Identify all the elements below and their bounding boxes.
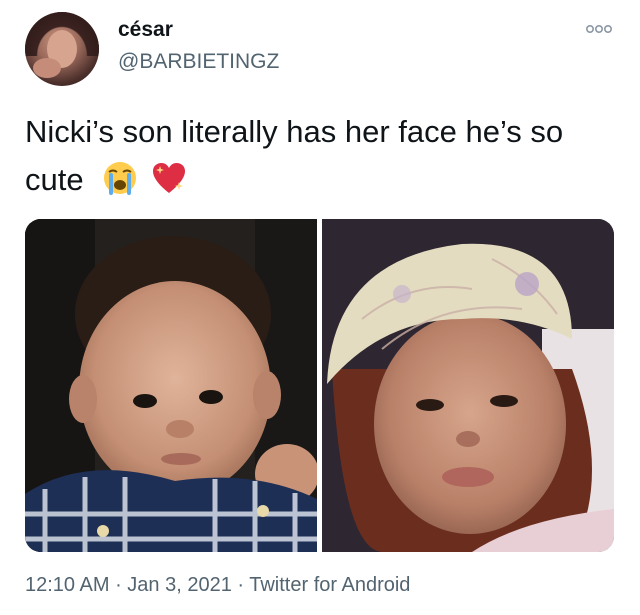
tweet-timestamp[interactable]: 12:10 AM · Jan 3, 2021 · Twitter for And… — [25, 574, 410, 597]
loudly-crying-face-emoji-icon — [104, 162, 137, 195]
user-handle[interactable]: @BARBIETINGZ — [118, 50, 279, 74]
tweet-text-word: cute — [25, 162, 84, 197]
tweet-media[interactable] — [25, 219, 614, 552]
tweet-source[interactable]: Twitter for Android — [249, 574, 410, 596]
more-options-icon[interactable] — [585, 22, 613, 36]
tweet-time: 12:10 AM — [25, 574, 110, 596]
separator: · — [231, 574, 250, 596]
sparkling-heart-emoji-icon — [152, 163, 185, 193]
separator: · — [109, 574, 128, 596]
display-name[interactable]: césar — [118, 18, 173, 42]
tweet-text: Nicki’s son literally has her face he’s … — [25, 108, 625, 204]
avatar-hand — [33, 58, 61, 78]
tweet-date: Jan 3, 2021 — [127, 574, 232, 596]
woman-selfie-photo[interactable] — [322, 219, 614, 552]
tweet-card: césar @BARBIETINGZ Nicki’s son literally… — [0, 0, 640, 615]
woman-selfie-illustration — [322, 219, 614, 552]
tweet-text-line-2: cute — [25, 156, 625, 204]
user-avatar[interactable] — [25, 12, 99, 86]
baby-photo[interactable] — [25, 219, 317, 552]
baby-photo-illustration — [25, 219, 317, 552]
tweet-text-line-1: Nicki’s son literally has her face he’s … — [25, 114, 564, 149]
